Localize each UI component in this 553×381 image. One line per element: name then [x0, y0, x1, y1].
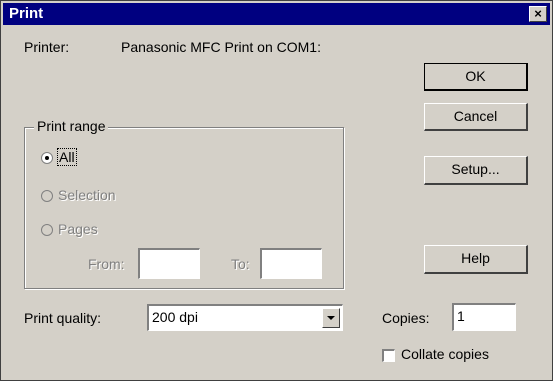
from-label: From: — [88, 256, 125, 272]
printer-name: Panasonic MFC Print on COM1: — [121, 39, 321, 55]
cancel-button[interactable]: Cancel — [424, 103, 528, 131]
print-quality-value: 200 dpi — [152, 309, 198, 325]
close-icon: × — [534, 6, 542, 21]
setup-button[interactable]: Setup... — [424, 156, 528, 185]
from-field[interactable] — [138, 248, 200, 279]
to-field[interactable] — [260, 248, 322, 279]
radio-selection-circle[interactable] — [41, 190, 53, 202]
radio-pages-label: Pages — [58, 221, 98, 237]
collate-label: Collate copies — [401, 346, 489, 362]
print-quality-select[interactable]: 200 dpi — [147, 304, 343, 331]
cancel-button-label: Cancel — [453, 108, 498, 124]
copies-label: Copies: — [382, 310, 430, 326]
copies-field[interactable]: 1 — [452, 303, 516, 331]
ok-button-label: OK — [465, 68, 486, 84]
radio-pages-circle[interactable] — [41, 224, 53, 236]
setup-button-label: Setup... — [451, 161, 500, 177]
help-button-label: Help — [461, 250, 490, 266]
ok-button[interactable]: OK — [424, 63, 528, 91]
collate-checkbox-box[interactable] — [382, 349, 395, 362]
radio-all-label: All — [57, 148, 77, 166]
print-dialog: Print × Printer: Panasonic MFC Print on … — [0, 0, 553, 381]
radio-all-circle[interactable] — [41, 152, 53, 164]
radio-selection-label: Selection — [58, 187, 116, 203]
close-button[interactable]: × — [529, 6, 547, 22]
title-bar[interactable]: Print × — [3, 3, 550, 25]
chevron-down-icon[interactable] — [322, 308, 340, 328]
radio-selected-dot — [45, 156, 49, 160]
print-quality-label: Print quality: — [24, 310, 102, 326]
help-button[interactable]: Help — [424, 245, 528, 274]
print-range-label: Print range — [34, 118, 109, 134]
window-title: Print — [9, 5, 44, 22]
printer-label: Printer: — [24, 39, 70, 55]
to-label: To: — [231, 256, 250, 272]
